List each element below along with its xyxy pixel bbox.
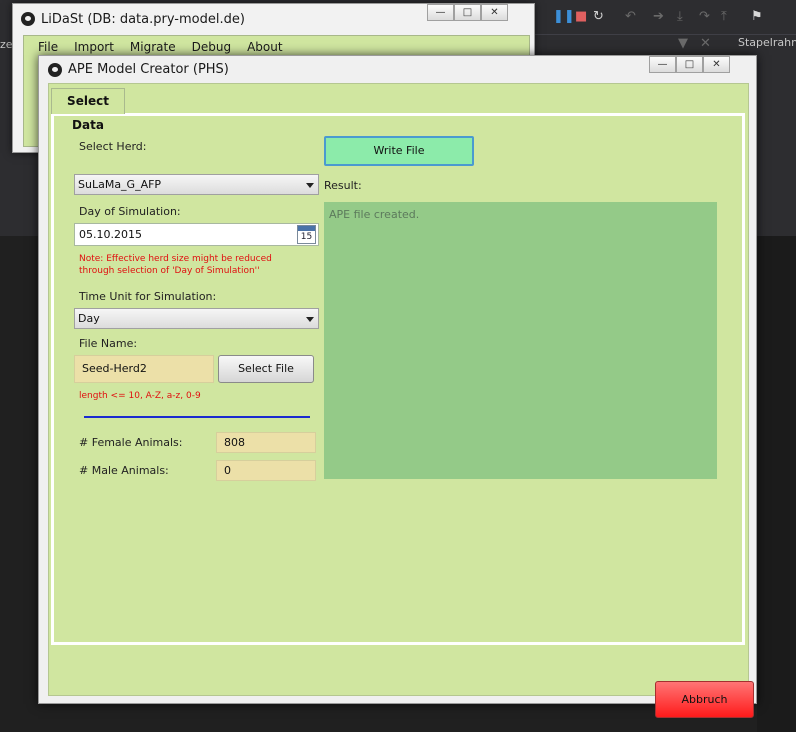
ide-side-text: ze <box>0 38 13 51</box>
progress-bar <box>84 416 310 418</box>
herd-select[interactable]: SuLaMa_G_AFP <box>74 174 319 195</box>
close-button[interactable]: ✕ <box>703 56 730 73</box>
time-unit-label: Time Unit for Simulation: <box>79 290 217 303</box>
chevron-down-icon <box>306 317 314 322</box>
call-stack-label: Stapelrahm <box>738 36 796 49</box>
cancel-button[interactable]: Abbruch <box>655 681 754 718</box>
calendar-icon[interactable]: 15 <box>297 225 316 244</box>
file-name-input[interactable]: Seed-Herd2 <box>74 355 214 383</box>
file-name-length-hint: length <= 10, A-Z, a-z, 0-9 <box>79 391 201 401</box>
calendar-day: 15 <box>300 232 313 242</box>
result-label: Result: <box>324 179 362 192</box>
result-output: APE file created. <box>324 202 717 479</box>
show-next-icon[interactable]: ➔ <box>653 9 664 24</box>
restart-icon[interactable]: ↻ <box>593 9 604 24</box>
menu-migrate[interactable]: Migrate <box>122 40 184 54</box>
step-into-icon[interactable]: ⤓ <box>677 9 683 24</box>
breakpoint-toggle-icon[interactable]: ⚑ <box>751 9 763 24</box>
dialog-client-area: Select Data Select Herd: SuLaMa_G_AFP Da… <box>48 83 754 718</box>
file-name-label: File Name: <box>79 337 138 350</box>
dialog-window-controls: — □ ✕ <box>649 56 730 73</box>
date-value: 05.10.2015 <box>79 228 142 241</box>
pause-icon[interactable]: ❚❚ <box>553 9 575 24</box>
menu-bar: File Import Migrate Debug About <box>30 40 291 54</box>
tab-panel-content: Select Herd: SuLaMa_G_AFP Day of Simulat… <box>54 116 742 642</box>
lidast-title: LiDaSt (DB: data.pry-model.de) <box>41 12 245 27</box>
close-button[interactable]: ✕ <box>481 4 508 21</box>
progress-bar-fill <box>84 416 310 418</box>
step-out-icon[interactable]: ⤒ <box>721 9 727 24</box>
chevron-down-icon <box>306 183 314 188</box>
time-unit-value: Day <box>78 312 100 325</box>
menu-debug[interactable]: Debug <box>184 40 239 54</box>
tab-panel: Select Herd: SuLaMa_G_AFP Day of Simulat… <box>51 113 745 645</box>
female-animals-label: # Female Animals: <box>79 436 183 449</box>
menu-import[interactable]: Import <box>66 40 122 54</box>
male-animals-value: 0 <box>216 460 316 481</box>
select-file-button[interactable]: Select File <box>218 355 314 383</box>
minimize-button[interactable]: — <box>649 56 676 73</box>
female-animals-value: 808 <box>216 432 316 453</box>
app-logo-icon <box>48 63 62 77</box>
lidast-window-controls: — □ ✕ <box>427 4 508 21</box>
herd-select-value: SuLaMa_G_AFP <box>78 178 162 191</box>
dialog-title: APE Model Creator (PHS) <box>68 62 229 77</box>
maximize-button[interactable]: □ <box>676 56 703 73</box>
menu-file[interactable]: File <box>30 40 66 54</box>
tab-select-data[interactable]: Select Data <box>51 88 125 132</box>
app-logo-icon <box>21 12 35 26</box>
ape-model-creator-dialog: APE Model Creator (PHS) — □ ✕ Select Dat… <box>38 55 757 718</box>
herd-size-note: Note: Effective herd size might be reduc… <box>79 254 272 276</box>
stop-icon[interactable]: ■ <box>575 9 587 24</box>
select-herd-label: Select Herd: <box>79 140 147 153</box>
menu-about[interactable]: About <box>239 40 290 54</box>
maximize-button[interactable]: □ <box>454 4 481 21</box>
minimize-button[interactable]: — <box>427 4 454 21</box>
step-over-icon[interactable]: ↷ <box>699 9 710 24</box>
day-of-simulation-datepicker[interactable]: 05.10.2015 15 <box>74 223 319 246</box>
filter-icon[interactable]: ▼ <box>678 36 688 51</box>
male-animals-label: # Male Animals: <box>79 464 169 477</box>
ide-right-panel <box>757 236 796 732</box>
step-back-icon[interactable]: ↶ <box>625 9 636 24</box>
day-of-simulation-label: Day of Simulation: <box>79 205 181 218</box>
time-unit-select[interactable]: Day <box>74 308 319 329</box>
write-file-button[interactable]: Write File <box>324 136 474 166</box>
clear-filter-icon[interactable]: ✕ <box>700 36 711 51</box>
